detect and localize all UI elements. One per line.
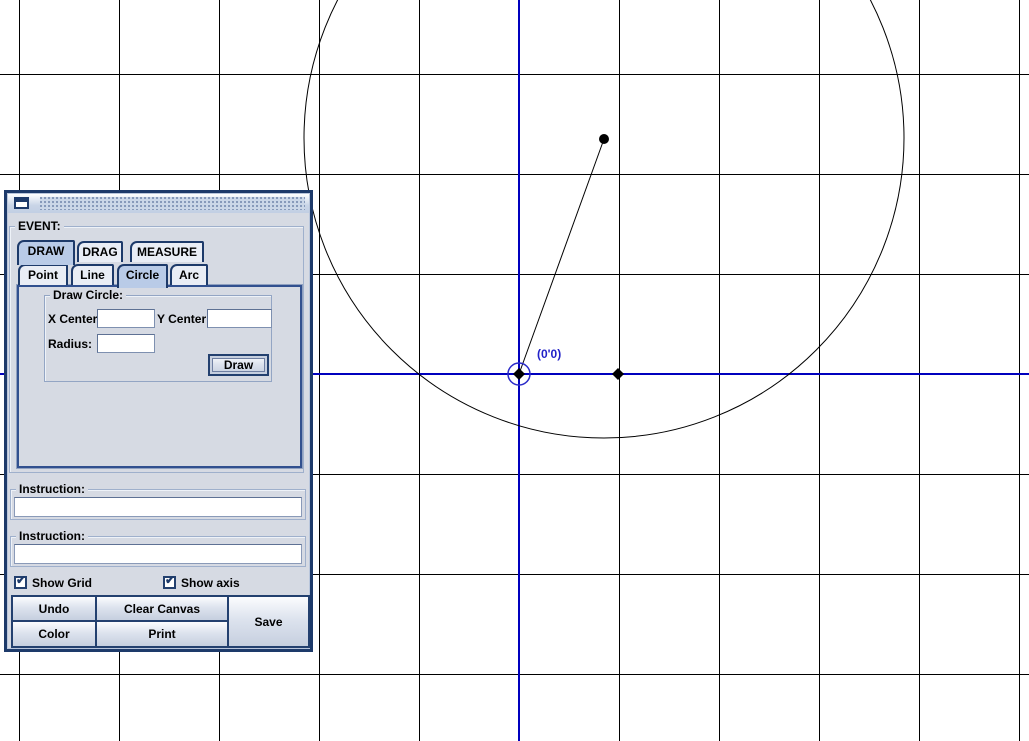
print-button[interactable]: Print (97, 622, 227, 646)
instruction-group-1: Instruction: (10, 482, 306, 520)
show-grid-checkbox[interactable]: ✔ (14, 573, 27, 589)
instruction-2-label: Instruction: (16, 529, 88, 543)
x-center-field[interactable] (97, 309, 155, 328)
event-group-label: EVENT: (15, 219, 64, 233)
tab-arc-label: Arc (178, 268, 199, 282)
show-axis-checkbox[interactable]: ✔ (163, 573, 176, 589)
tab-circle[interactable]: Circle (117, 264, 168, 288)
tab-drag[interactable]: DRAG (77, 241, 123, 262)
tab-point[interactable]: Point (18, 264, 68, 285)
window-icon (14, 197, 29, 209)
check-icon: ✔ (16, 573, 27, 587)
tab-arc[interactable]: Arc (170, 264, 208, 285)
drawn-circle[interactable] (303, 0, 905, 439)
draw-circle-group: Draw Circle: X Center: Y Center: Radius:… (44, 288, 272, 382)
tab-measure[interactable]: MEASURE (130, 241, 204, 262)
tab-draw[interactable]: DRAW (17, 240, 75, 265)
tool-panel: EVENT: DRAW DRAG MEASURE Point Line Circ… (4, 190, 313, 652)
circle-tab-content: Draw Circle: X Center: Y Center: Radius:… (17, 285, 302, 468)
instruction-1-label: Instruction: (16, 482, 88, 496)
save-button[interactable]: Save (229, 597, 308, 646)
point-marker[interactable] (513, 368, 525, 380)
draw-circle-group-label: Draw Circle: (50, 288, 127, 302)
tab-line-label: Line (80, 268, 105, 282)
tab-point-label: Point (28, 268, 58, 282)
check-icon: ✔ (165, 573, 176, 587)
instruction-1-textarea[interactable] (14, 497, 302, 517)
draw-button[interactable]: Draw (208, 354, 269, 376)
instruction-2-textarea[interactable] (14, 544, 302, 564)
show-axis-label: Show axis (181, 576, 240, 590)
titlebar-gripper-texture (40, 197, 305, 210)
tab-measure-label: MEASURE (136, 245, 197, 259)
tab-draw-label: DRAW (27, 244, 65, 258)
radius-field[interactable] (97, 334, 155, 353)
y-center-label: Y Center: (157, 312, 211, 326)
tab-line[interactable]: Line (71, 264, 114, 285)
point-marker[interactable] (612, 368, 624, 380)
x-center-label: X Center: (48, 312, 102, 326)
tab-drag-label: DRAG (82, 245, 118, 259)
origin-coordinates-label: (0'0) (537, 347, 562, 361)
radius-label: Radius: (48, 337, 93, 351)
clear-canvas-button[interactable]: Clear Canvas (97, 597, 227, 620)
y-center-field[interactable] (207, 309, 272, 328)
action-button-grid: Undo Clear Canvas Save Color Print (11, 595, 310, 648)
panel-titlebar[interactable] (8, 194, 309, 213)
tab-circle-label: Circle (125, 268, 160, 282)
show-grid-label: Show Grid (32, 576, 92, 590)
color-button[interactable]: Color (13, 622, 95, 646)
point-marker[interactable] (599, 134, 609, 144)
undo-button[interactable]: Undo (13, 597, 95, 620)
instruction-group-2: Instruction: (10, 529, 306, 567)
event-group: EVENT: DRAW DRAG MEASURE Point Line Circ… (9, 219, 304, 473)
